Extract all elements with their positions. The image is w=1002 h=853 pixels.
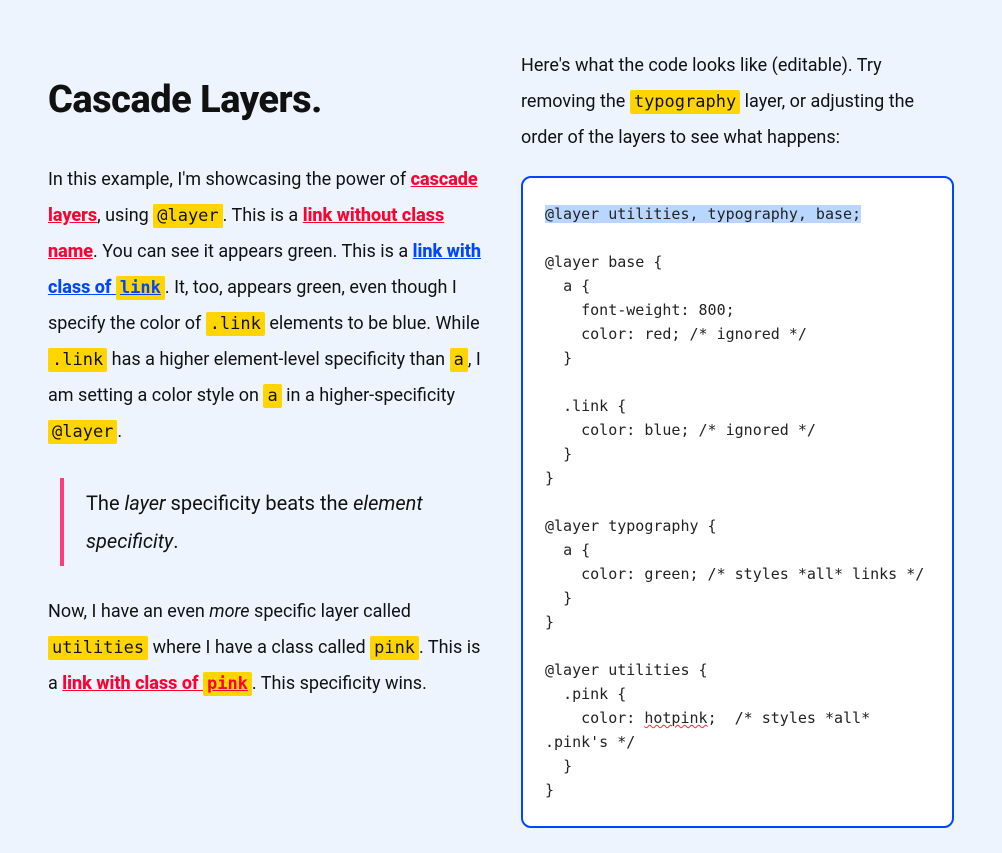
code-base-a-open: a { (545, 277, 590, 295)
quote-em-layer: layer (125, 491, 166, 515)
para2-t1: specific layer called (250, 601, 411, 622)
para2-em-more: more (209, 601, 249, 622)
para1-t6: has a higher element-level specificity t… (107, 349, 449, 370)
code-typo-a-open: a { (545, 541, 590, 559)
para2-t0: Now, I have an even (48, 601, 209, 622)
code-dotlink-1: .link (206, 312, 265, 336)
page-columns: Cascade Layers. In this example, I'm sho… (0, 0, 1002, 828)
quote-t2: . (173, 529, 178, 553)
code-base-open: @layer base { (545, 253, 662, 271)
para1-t1: , using (97, 205, 153, 226)
code-base-close: } (545, 469, 554, 487)
para1-t9: . (117, 421, 122, 442)
right-column: Here's what the code looks like (editabl… (521, 48, 954, 828)
code-atlayer-2: @layer (48, 420, 117, 444)
code-utilities: utilities (48, 636, 148, 660)
code-util-pink-close: } (545, 757, 572, 775)
para1-t3: . You can see it appears green. This is … (93, 241, 413, 262)
code-dotlink-2: .link (48, 348, 107, 372)
code-line-selected: @layer utilities, typography, base; (545, 205, 861, 223)
para2-t4: . This specificity wins. (252, 673, 427, 694)
para2-t2: where I have a class called (148, 637, 370, 658)
para1-t0: In this example, I'm showcasing the powe… (48, 169, 411, 190)
code-util-color-pre: color: (545, 709, 644, 727)
code-pink-1: pink (370, 636, 419, 660)
code-typography: typography (630, 90, 740, 114)
code-typo-a-close: } (545, 589, 572, 607)
code-pink-inside-link: pink (203, 672, 252, 696)
code-base-fw: font-weight: 800; (545, 301, 735, 319)
code-hotpink-squiggle: hotpink (644, 709, 707, 727)
code-base-link-open: .link { (545, 397, 626, 415)
left-column: Cascade Layers. In this example, I'm sho… (48, 48, 481, 828)
para1-t2: . This is a (223, 205, 303, 226)
code-util-open: @layer utilities { (545, 661, 708, 679)
code-base-a-close: } (545, 349, 572, 367)
para1-t8: in a higher-specificity (282, 385, 455, 406)
code-a-2: a (263, 384, 281, 408)
quote-t1: specificity beats the (166, 491, 354, 515)
code-editor[interactable]: @layer utilities, typography, base; @lay… (521, 176, 954, 828)
code-typo-open: @layer typography { (545, 517, 717, 535)
code-base-link-close: } (545, 445, 572, 463)
code-base-link-color: color: blue; /* ignored */ (545, 421, 816, 439)
code-content[interactable]: @layer utilities, typography, base; @lay… (545, 202, 930, 802)
code-base-color: color: red; /* ignored */ (545, 325, 807, 343)
code-typo-close: } (545, 613, 554, 631)
intro-paragraph: In this example, I'm showcasing the powe… (48, 162, 481, 450)
page-title: Cascade Layers. (48, 78, 481, 122)
code-a-1: a (450, 348, 468, 372)
code-atlayer-1: @layer (153, 204, 222, 228)
right-intro: Here's what the code looks like (editabl… (521, 48, 954, 156)
code-typo-color: color: green; /* styles *all* links */ (545, 565, 924, 583)
blockquote: The layer specificity beats the element … (60, 478, 481, 566)
para2: Now, I have an even more specific layer … (48, 594, 481, 702)
link-with-class-pink[interactable]: link with class of pink (62, 673, 252, 694)
para1-t5: elements to be blue. While (265, 313, 480, 334)
code-link-inside-link: link (116, 276, 165, 300)
link-with-class-pink-text: link with class of (62, 673, 203, 694)
code-util-close: } (545, 781, 554, 799)
code-util-pink-open: .pink { (545, 685, 626, 703)
quote-t0: The (86, 491, 125, 515)
